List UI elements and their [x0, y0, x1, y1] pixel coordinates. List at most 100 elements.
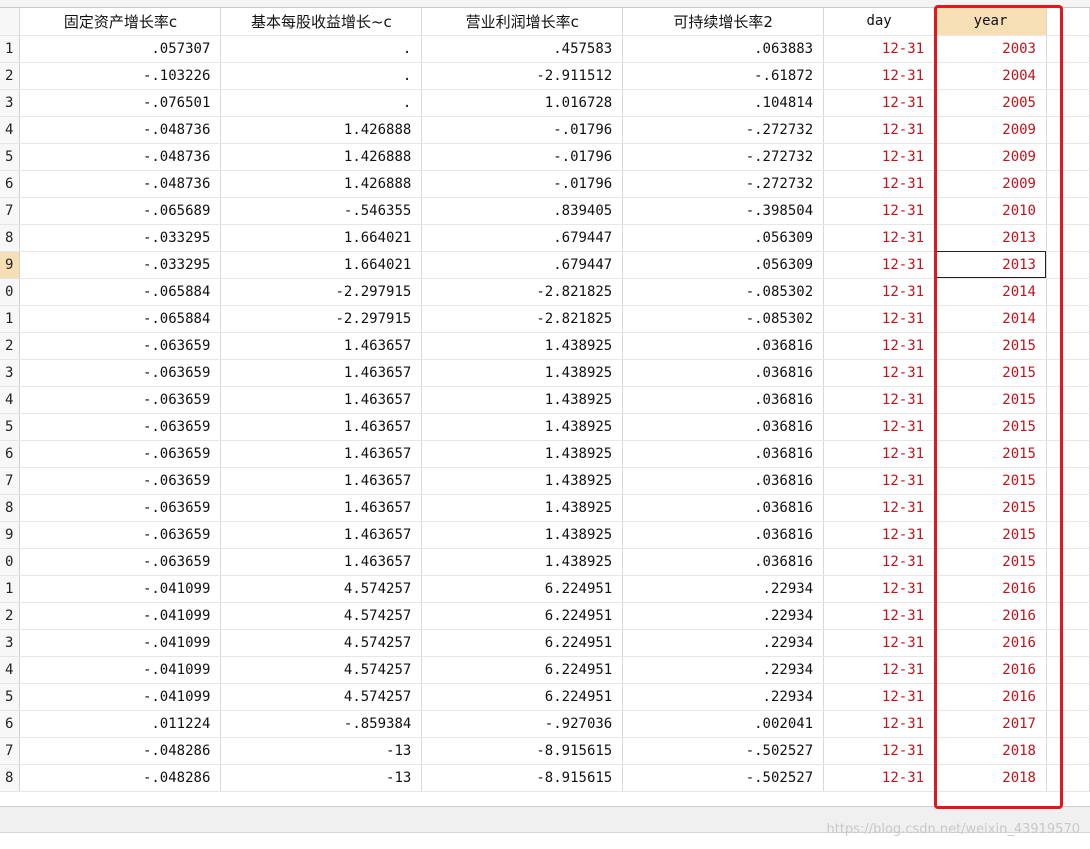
table-row[interactable]: 5 -.041099 4.574257 6.224951.22934 12-31 2016	[0, 683, 1090, 711]
table-row[interactable]: 2 -.041099 4.574257 6.224951.22934 12-31 2016	[0, 602, 1090, 630]
cell-day[interactable]: 12-31	[823, 710, 936, 738]
cell-eps-growth[interactable]: -13	[220, 737, 423, 765]
table-row[interactable]: 1 -.041099 4.574257 6.224951.22934 12-31 2016	[0, 575, 1090, 603]
cell-sustainable-growth[interactable]: -.398504	[622, 197, 825, 225]
table-row[interactable]: 8 -.048286 -13 -8.915615 -.502527 12-31 2018	[0, 764, 1090, 792]
cell-year[interactable]: 2018	[934, 737, 1047, 765]
table-row[interactable]: 0 -.065884 -2.297915 -2.821825 -.085302 12-31…	[0, 278, 1090, 306]
cell-day[interactable]: 12-31	[823, 197, 936, 225]
table-row[interactable]: 5 -.063659 1.463657 1.438925.036816 12-31 201…	[0, 413, 1090, 441]
cell-day[interactable]: 12-31	[823, 116, 936, 144]
cell-year[interactable]: 2009	[934, 170, 1047, 198]
cell-sustainable-growth[interactable]: .036816	[622, 386, 825, 414]
cell-year[interactable]: 2016	[934, 575, 1047, 603]
cell-year[interactable]: 2015	[934, 386, 1047, 414]
cell-fixed-asset-growth[interactable]: -.063659	[19, 467, 222, 495]
cell-operating-profit-growth[interactable]: 1.438925	[421, 548, 624, 576]
cell-fixed-asset-growth[interactable]: -.065689	[19, 197, 222, 225]
table-row[interactable]: 3 -.041099 4.574257 6.224951.22934 12-31 2016	[0, 629, 1090, 657]
cell-day[interactable]: 12-31	[823, 629, 936, 657]
table-row[interactable]: 1 -.065884 -2.297915 -2.821825 -.085302 12-31…	[0, 305, 1090, 333]
cell-eps-growth[interactable]: 1.463657	[220, 413, 423, 441]
cell-day[interactable]: 12-31	[823, 467, 936, 495]
cell-day[interactable]: 12-31	[823, 251, 936, 279]
cell-eps-growth[interactable]: 4.574257	[220, 602, 423, 630]
cell-operating-profit-growth[interactable]: -.01796	[421, 170, 624, 198]
cell-operating-profit-growth[interactable]: 1.438925	[421, 332, 624, 360]
cell-sustainable-growth[interactable]: .22934	[622, 629, 825, 657]
row-number[interactable]: 8	[0, 494, 21, 522]
row-number[interactable]: 7	[0, 467, 21, 495]
cell-eps-growth[interactable]: 1.463657	[220, 521, 423, 549]
cell-day[interactable]: 12-31	[823, 413, 936, 441]
cell-eps-growth[interactable]: 1.426888	[220, 170, 423, 198]
cell-eps-growth[interactable]: 1.463657	[220, 440, 423, 468]
cell-fixed-asset-growth[interactable]: -.048286	[19, 737, 222, 765]
cell-day[interactable]: 12-31	[823, 278, 936, 306]
cell-day[interactable]: 12-31	[823, 35, 936, 63]
cell-year[interactable]: 2014	[934, 278, 1047, 306]
cell-year[interactable]: 2015	[934, 440, 1047, 468]
cell-year[interactable]: 2016	[934, 602, 1047, 630]
cell-eps-growth[interactable]: 1.463657	[220, 359, 423, 387]
table-row[interactable]: 3 -.063659 1.463657 1.438925.036816 12-31 201…	[0, 359, 1090, 387]
cell-sustainable-growth[interactable]: .036816	[622, 521, 825, 549]
cell-eps-growth[interactable]: .	[220, 62, 423, 90]
row-number[interactable]: 2	[0, 332, 21, 360]
cell-day[interactable]: 12-31	[823, 62, 936, 90]
cell-sustainable-growth[interactable]: -.272732	[622, 143, 825, 171]
cell-sustainable-growth[interactable]: .002041	[622, 710, 825, 738]
cell-day[interactable]: 12-31	[823, 764, 936, 792]
row-number[interactable]: 1	[0, 305, 21, 333]
cell-fixed-asset-growth[interactable]: -.041099	[19, 575, 222, 603]
column-header-fixed-asset-growth[interactable]: 固定资产增长率c	[19, 8, 222, 36]
cell-year[interactable]: 2016	[934, 656, 1047, 684]
cell-fixed-asset-growth[interactable]: .057307	[19, 35, 222, 63]
cell-operating-profit-growth[interactable]: -2.821825	[421, 305, 624, 333]
table-row[interactable]: 3 -.076501. 1.016728.104814 12-31 2005	[0, 89, 1090, 117]
cell-operating-profit-growth[interactable]: .457583	[421, 35, 624, 63]
row-number[interactable]: 2	[0, 62, 21, 90]
cell-day[interactable]: 12-31	[823, 332, 936, 360]
cell-eps-growth[interactable]: 4.574257	[220, 629, 423, 657]
row-number[interactable]: 3	[0, 89, 21, 117]
cell-eps-growth[interactable]: 1.463657	[220, 386, 423, 414]
table-row[interactable]: 6.011224 -.859384 -.927036.002041 12-31 2017	[0, 710, 1090, 738]
cell-sustainable-growth[interactable]: .036816	[622, 332, 825, 360]
cell-fixed-asset-growth[interactable]: -.048736	[19, 116, 222, 144]
cell-day[interactable]: 12-31	[823, 521, 936, 549]
cell-sustainable-growth[interactable]: .22934	[622, 602, 825, 630]
cell-operating-profit-growth[interactable]: -.927036	[421, 710, 624, 738]
cell-day[interactable]: 12-31	[823, 386, 936, 414]
column-header-sustainable-growth[interactable]: 可持续增长率2	[622, 8, 825, 36]
row-number[interactable]: 5	[0, 413, 21, 441]
row-number[interactable]: 7	[0, 737, 21, 765]
cell-operating-profit-growth[interactable]: -2.821825	[421, 278, 624, 306]
row-number[interactable]: 1	[0, 575, 21, 603]
cell-operating-profit-growth[interactable]: .839405	[421, 197, 624, 225]
cell-fixed-asset-growth[interactable]: -.048736	[19, 170, 222, 198]
cell-eps-growth[interactable]: .	[220, 35, 423, 63]
cell-year[interactable]: 2017	[934, 710, 1047, 738]
cell-fixed-asset-growth[interactable]: -.041099	[19, 656, 222, 684]
cell-fixed-asset-growth[interactable]: -.041099	[19, 602, 222, 630]
cell-year[interactable]: 2005	[934, 89, 1047, 117]
cell-sustainable-growth[interactable]: -.085302	[622, 278, 825, 306]
cell-year[interactable]: 2003	[934, 35, 1047, 63]
cell-year[interactable]: 2010	[934, 197, 1047, 225]
cell-sustainable-growth[interactable]: -.085302	[622, 305, 825, 333]
table-row[interactable]: 4 -.041099 4.574257 6.224951.22934 12-31 2016	[0, 656, 1090, 684]
cell-day[interactable]: 12-31	[823, 143, 936, 171]
cell-sustainable-growth[interactable]: -.272732	[622, 170, 825, 198]
cell-day[interactable]: 12-31	[823, 170, 936, 198]
cell-year[interactable]: 2009	[934, 143, 1047, 171]
table-row[interactable]: 9 -.063659 1.463657 1.438925.036816 12-31 201…	[0, 521, 1090, 549]
table-row[interactable]: 2 -.063659 1.463657 1.438925.036816 12-31 201…	[0, 332, 1090, 360]
cell-sustainable-growth[interactable]: .036816	[622, 440, 825, 468]
cell-fixed-asset-growth[interactable]: -.065884	[19, 305, 222, 333]
column-header-day[interactable]: day	[823, 8, 936, 36]
cell-sustainable-growth[interactable]: .063883	[622, 35, 825, 63]
cell-operating-profit-growth[interactable]: 6.224951	[421, 602, 624, 630]
cell-eps-growth[interactable]: -13	[220, 764, 423, 792]
row-number[interactable]: 6	[0, 170, 21, 198]
